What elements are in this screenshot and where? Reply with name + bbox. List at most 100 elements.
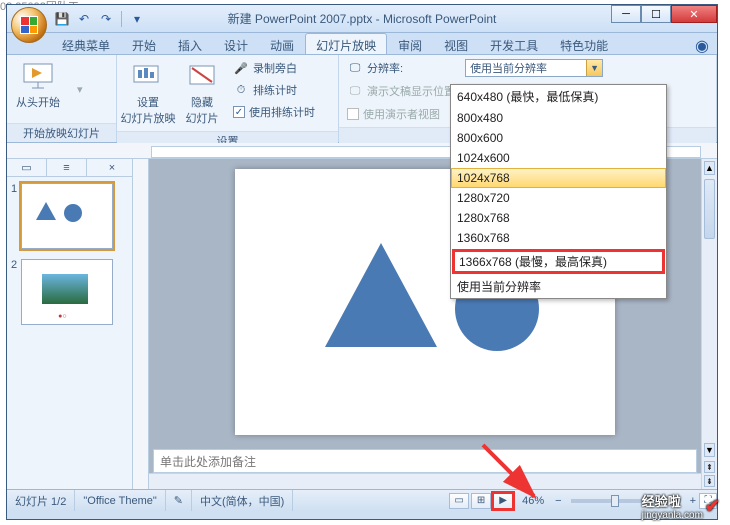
resolution-combo[interactable]: 使用当前分辨率 ▼ xyxy=(465,59,603,77)
tab-classic-menu[interactable]: 经典菜单 xyxy=(51,33,121,54)
notes-pane[interactable]: 单击此处添加备注 xyxy=(153,449,697,473)
office-button[interactable] xyxy=(11,7,47,43)
hide-slide-button[interactable]: 隐藏 幻灯片 xyxy=(177,58,227,128)
tab-features[interactable]: 特色功能 xyxy=(549,33,619,54)
window-controls: ─ ☐ ✕ xyxy=(611,5,717,23)
watermark-text: 经验啦 xyxy=(642,491,703,510)
setup-icon xyxy=(132,60,164,92)
chevron-down-icon[interactable]: ▼ xyxy=(586,60,602,76)
clock-icon: ⏱ xyxy=(233,82,249,98)
group-label-start: 开始放映幻灯片 xyxy=(7,123,116,142)
thumb-number: 2 xyxy=(11,259,17,325)
setup-slideshow-button[interactable]: 设置 幻灯片放映 xyxy=(123,58,173,128)
ribbon-tabs: 经典菜单 开始 插入 设计 动画 幻灯片放映 审阅 视图 开发工具 特色功能 ◉ xyxy=(7,33,717,55)
thumb-number: 1 xyxy=(11,183,17,249)
tab-review[interactable]: 审阅 xyxy=(387,33,433,54)
tab-view[interactable]: 视图 xyxy=(433,33,479,54)
maximize-button[interactable]: ☐ xyxy=(641,5,671,23)
highlighted-option-box: 1366x768 (最慢，最高保真) xyxy=(452,249,665,274)
triangle-shape[interactable] xyxy=(325,243,437,347)
horizontal-scrollbar[interactable] xyxy=(149,473,717,489)
resolution-label: 分辨率: xyxy=(367,60,403,76)
prev-slide-icon[interactable]: ⇞ xyxy=(704,461,715,473)
use-rehearsed-timings-checkbox[interactable]: ✓ 使用排练计时 xyxy=(231,102,317,122)
watermark-url: jingyanla.com xyxy=(642,510,703,521)
close-panel-icon[interactable]: × xyxy=(92,159,132,176)
window-title: 新建 PowerPoint 2007.pptx - Microsoft Powe… xyxy=(228,10,497,27)
from-beginning-label: 从头开始 xyxy=(16,94,60,110)
rehearse-timings-label: 排练计时 xyxy=(253,82,297,98)
watermark-check-icon: ✔ xyxy=(705,496,720,517)
watermark: 经验啦 jingyanla.com ✔ xyxy=(642,491,720,521)
resolution-option[interactable]: 800x480 xyxy=(451,108,666,128)
tab-animations[interactable]: 动画 xyxy=(259,33,305,54)
slide-panel: ▭ ≡ × 1 2 ●○ xyxy=(7,159,133,489)
status-language[interactable]: 中文(简体，中国) xyxy=(192,490,293,511)
show-on-label: 演示文稿显示位置: xyxy=(367,83,458,99)
tab-design[interactable]: 设计 xyxy=(213,33,259,54)
checkbox-unchecked-icon xyxy=(347,108,359,120)
use-rehearsed-label: 使用排练计时 xyxy=(249,104,315,120)
outline-tab-icon[interactable]: ≡ xyxy=(47,159,87,176)
tab-slideshow[interactable]: 幻灯片放映 xyxy=(305,33,387,54)
zoom-slider-knob[interactable] xyxy=(611,495,619,507)
monitor-icon: 🖵 xyxy=(347,60,363,76)
normal-view-button[interactable]: ▭ xyxy=(449,493,469,509)
resolution-option[interactable]: 640x480 (最快，最低保真) xyxy=(451,85,666,108)
resolution-option[interactable]: 使用当前分辨率 xyxy=(451,275,666,298)
presenter-view-label: 使用演示者视图 xyxy=(363,106,440,122)
slide-panel-tabs: ▭ ≡ × xyxy=(7,159,132,177)
scroll-up-icon[interactable]: ▲ xyxy=(704,161,715,175)
slide-thumbnail-1[interactable]: 1 xyxy=(11,183,128,249)
next-slide-icon[interactable]: ⇟ xyxy=(704,475,715,487)
zoom-percent[interactable]: 46% xyxy=(514,490,552,511)
resolution-row: 🖵 分辨率: 使用当前分辨率 ▼ xyxy=(345,58,605,78)
status-theme: "Office Theme" xyxy=(75,490,165,511)
slideshow-view-button[interactable]: ▶ xyxy=(493,493,513,509)
resolution-combo-value: 使用当前分辨率 xyxy=(470,60,547,76)
resolution-option[interactable]: 1024x600 xyxy=(451,148,666,168)
resolution-option[interactable]: 1280x720 xyxy=(451,188,666,208)
hide-slide-icon xyxy=(186,60,218,92)
resolution-dropdown: 640x480 (最快，最低保真) 800x480 800x600 1024x6… xyxy=(450,84,667,299)
resolution-option[interactable]: 1280x768 xyxy=(451,208,666,228)
scroll-down-icon[interactable]: ▼ xyxy=(704,443,715,457)
setup-label: 设置 幻灯片放映 xyxy=(121,94,176,126)
status-slide-number: 幻灯片 1/2 xyxy=(7,490,75,511)
quick-access-toolbar: 💾 ↶ ↷ ▾ xyxy=(53,10,146,28)
resolution-option[interactable]: 1360x768 xyxy=(451,228,666,248)
checkbox-checked-icon: ✓ xyxy=(233,106,245,118)
vertical-scrollbar[interactable]: ▲ ▼ ⇞ ⇟ xyxy=(701,159,717,489)
record-narration-label: 录制旁白 xyxy=(253,60,297,76)
sorter-view-button[interactable]: ⊞ xyxy=(471,493,491,509)
slides-tab-icon[interactable]: ▭ xyxy=(7,159,47,176)
rehearse-timings-button[interactable]: ⏱ 排练计时 xyxy=(231,80,317,100)
close-button[interactable]: ✕ xyxy=(671,5,717,23)
monitor-location-icon: 🖵 xyxy=(347,83,363,99)
status-spellcheck-icon[interactable]: ✎ xyxy=(166,490,192,511)
resolution-option-selected[interactable]: 1024x768 xyxy=(451,168,666,188)
slide-thumbnails: 1 2 ●○ xyxy=(7,177,132,489)
thumb-preview: ●○ xyxy=(21,259,113,325)
slide-thumbnail-2[interactable]: 2 ●○ xyxy=(11,259,128,325)
qat-dropdown-icon[interactable]: ▾ xyxy=(128,10,146,28)
hide-slide-label: 隐藏 幻灯片 xyxy=(186,94,219,126)
tab-developer[interactable]: 开发工具 xyxy=(479,33,549,54)
tab-insert[interactable]: 插入 xyxy=(167,33,213,54)
resolution-option[interactable]: 800x600 xyxy=(451,128,666,148)
minimize-button[interactable]: ─ xyxy=(611,5,641,23)
scroll-thumb[interactable] xyxy=(704,179,715,239)
from-beginning-button[interactable]: 从头开始 xyxy=(13,58,63,112)
resolution-option-highlighted[interactable]: 1366x768 (最慢，最高保真) xyxy=(455,252,662,271)
tab-home[interactable]: 开始 xyxy=(121,33,167,54)
record-narration-button[interactable]: 🎤 录制旁白 xyxy=(231,58,317,78)
save-icon[interactable]: 💾 xyxy=(53,10,71,28)
qat-separator xyxy=(121,11,122,27)
help-icon[interactable]: ◉ xyxy=(687,33,717,54)
redo-icon[interactable]: ↷ xyxy=(97,10,115,28)
presentation-icon xyxy=(22,60,54,92)
undo-icon[interactable]: ↶ xyxy=(75,10,93,28)
microphone-icon: 🎤 xyxy=(233,60,249,76)
setup-stack: 🎤 录制旁白 ⏱ 排练计时 ✓ 使用排练计时 xyxy=(231,58,317,122)
zoom-out-button[interactable]: − xyxy=(552,495,564,507)
